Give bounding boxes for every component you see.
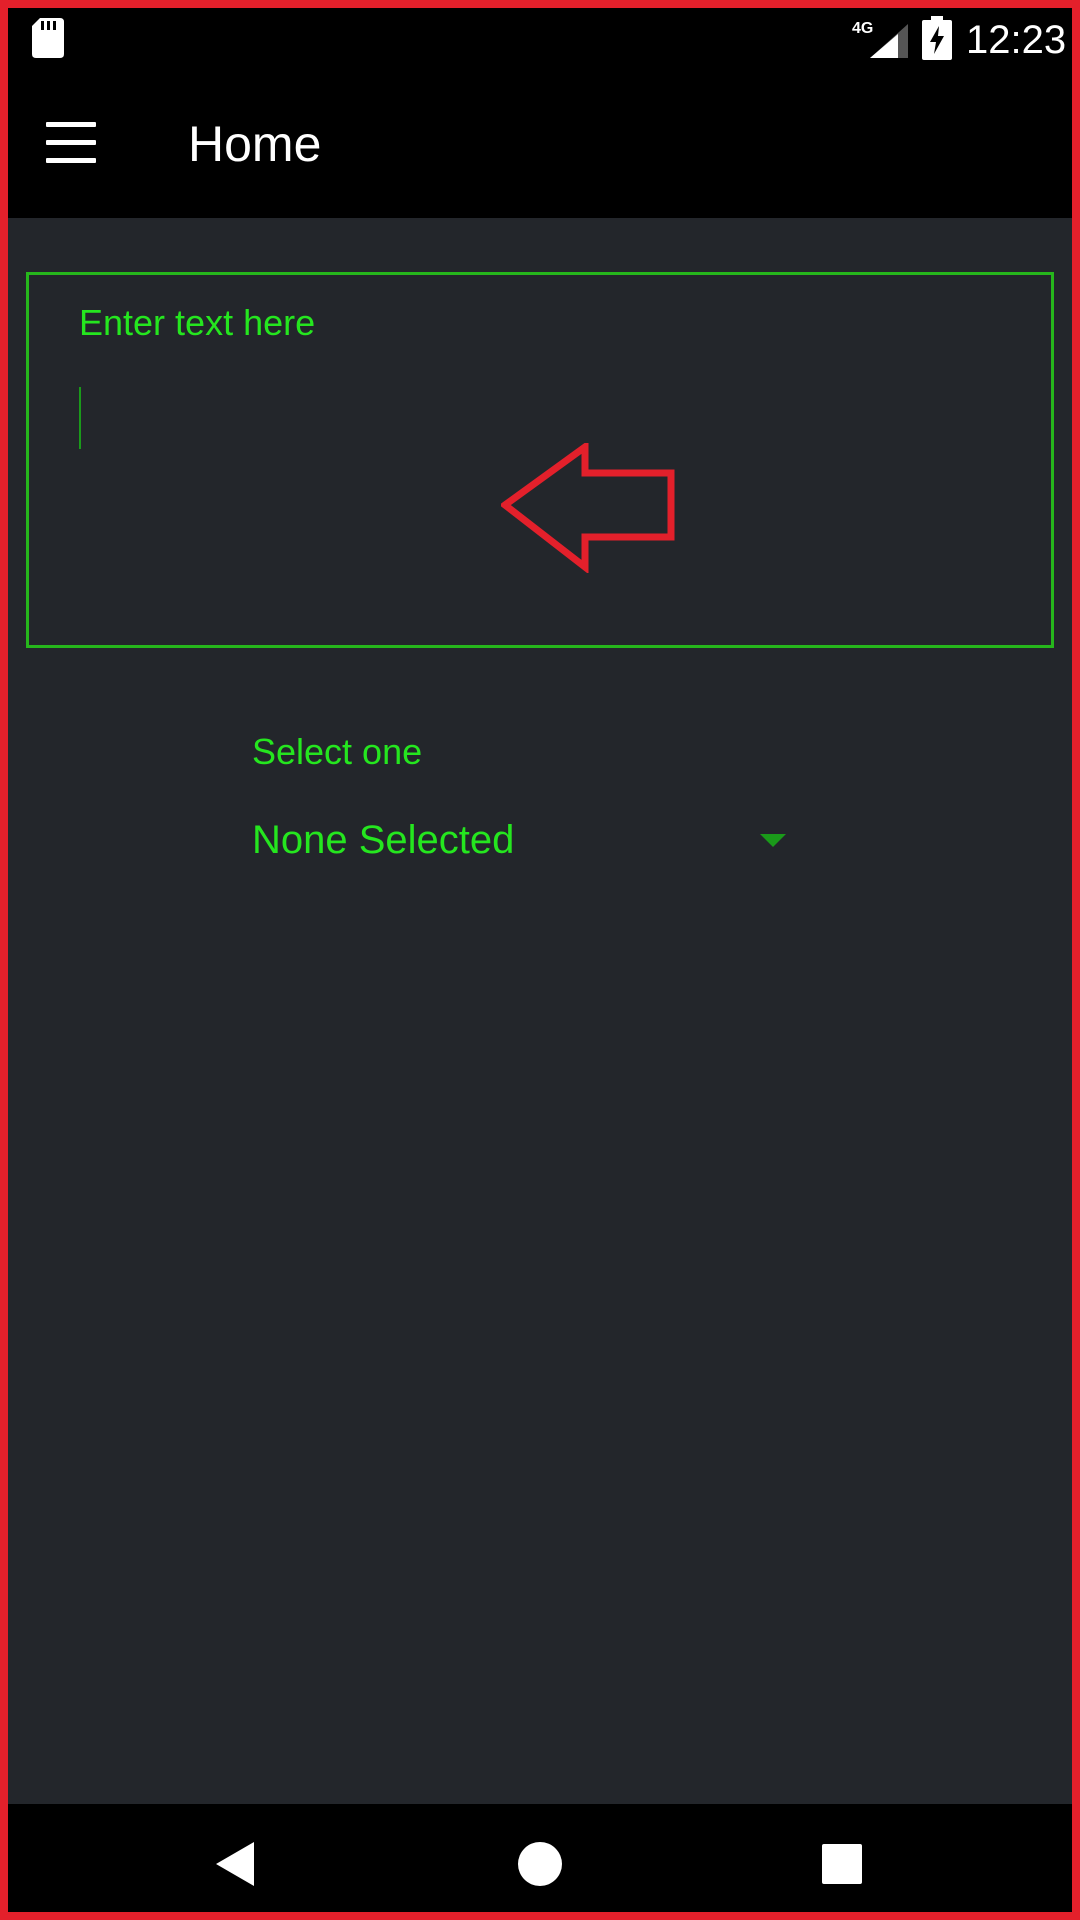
annotation-arrow-icon xyxy=(501,443,675,573)
back-icon[interactable] xyxy=(214,1840,258,1888)
page-title: Home xyxy=(188,116,322,172)
app-bar: Home xyxy=(8,72,1072,218)
device-screen: 4G 12:23 Home Enter text here Select one… xyxy=(0,0,1080,1920)
chevron-down-icon xyxy=(760,834,786,847)
select-selected-value: None Selected xyxy=(252,818,515,862)
navigation-bar xyxy=(8,1804,1072,1912)
status-bar: 4G 12:23 xyxy=(8,8,1072,72)
text-input[interactable] xyxy=(77,375,977,445)
recents-icon[interactable] xyxy=(822,1844,862,1884)
select-dropdown[interactable]: None Selected xyxy=(252,814,792,870)
main-content: Enter text here Select one None Selected xyxy=(8,218,1072,1804)
network-type-label: 4G xyxy=(852,20,873,37)
signal-icon: 4G xyxy=(852,20,908,58)
status-clock: 12:23 xyxy=(966,18,1067,62)
home-icon[interactable] xyxy=(518,1842,562,1886)
sd-card-icon xyxy=(32,18,64,58)
menu-button[interactable] xyxy=(42,116,98,172)
text-cursor xyxy=(79,387,81,449)
text-field-label: Enter text here xyxy=(79,302,316,343)
battery-charging-icon xyxy=(922,16,952,60)
text-entry-box[interactable]: Enter text here xyxy=(26,272,1054,648)
select-label: Select one xyxy=(252,731,423,772)
